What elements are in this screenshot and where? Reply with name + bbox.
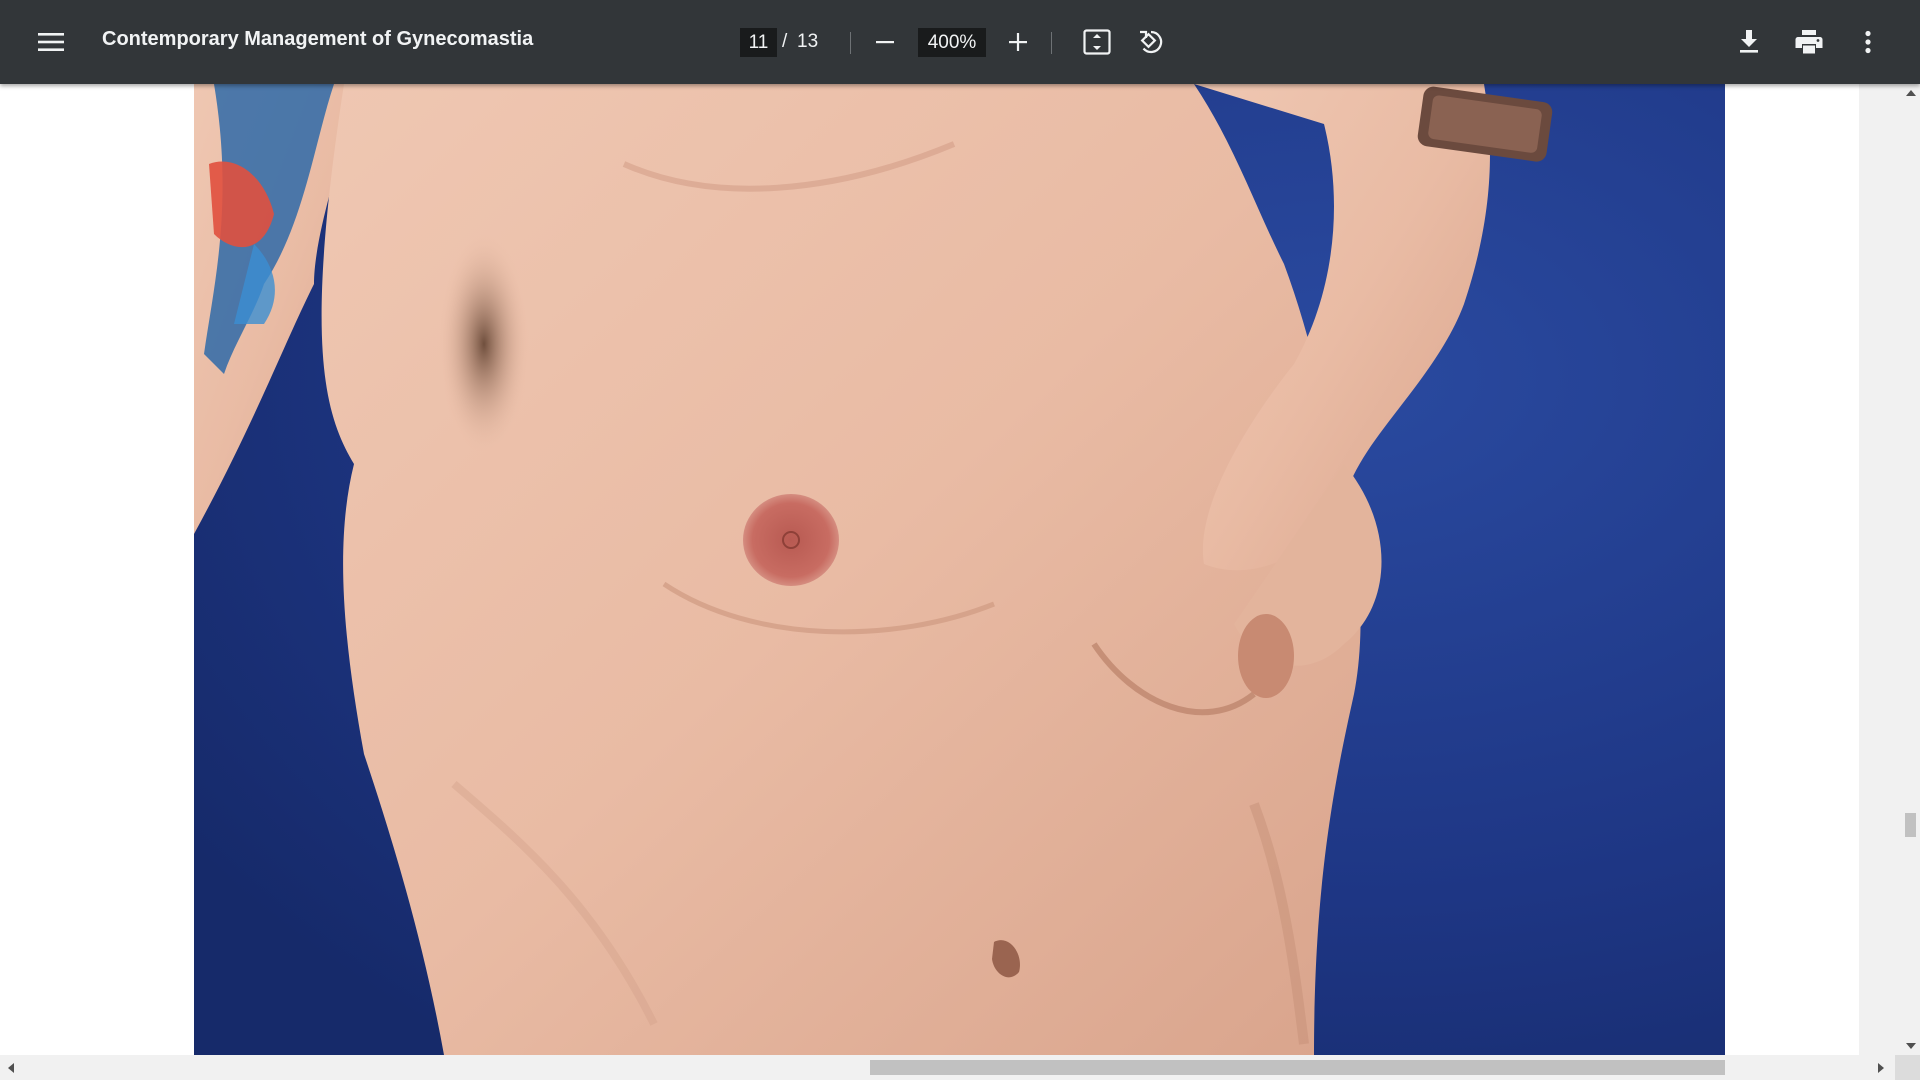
scroll-right-arrow-icon[interactable] <box>1870 1055 1892 1080</box>
page-separator: / <box>782 31 788 52</box>
horizontal-scroll-thumb[interactable] <box>870 1060 1725 1075</box>
pdf-toolbar: Contemporary Management of Gynecomastia … <box>0 0 1920 84</box>
clinical-photo-image <box>194 84 1725 1055</box>
zoom-out-button[interactable] <box>865 22 905 62</box>
print-button[interactable] <box>1789 22 1829 62</box>
plus-icon <box>1009 33 1027 51</box>
rotate-counterclockwise-icon <box>1140 30 1163 54</box>
pdf-page <box>194 84 1725 1055</box>
download-icon <box>1740 30 1758 53</box>
horizontal-scrollbar[interactable] <box>0 1055 1920 1080</box>
hamburger-menu-icon[interactable] <box>31 22 71 62</box>
toolbar-divider <box>850 32 851 54</box>
zoom-level-input[interactable] <box>918 28 986 57</box>
page-gutter <box>1859 84 1901 1055</box>
download-button[interactable] <box>1729 22 1769 62</box>
minus-icon <box>876 41 894 44</box>
scroll-up-arrow-icon[interactable] <box>1901 84 1920 102</box>
vertical-scrollbar[interactable] <box>1901 84 1920 1055</box>
fit-to-page-icon <box>1083 29 1111 55</box>
scrollbar-corner <box>1895 1055 1920 1080</box>
rotate-button[interactable] <box>1131 22 1171 62</box>
more-options-button[interactable] <box>1848 22 1888 62</box>
print-icon <box>1795 30 1823 54</box>
document-title: Contemporary Management of Gynecomastia <box>102 28 534 50</box>
page-total: 13 <box>797 31 819 52</box>
page-number-input[interactable] <box>740 28 777 57</box>
vertical-scroll-thumb[interactable] <box>1905 813 1916 837</box>
pdf-viewer[interactable] <box>0 84 1920 1080</box>
zoom-in-button[interactable] <box>998 22 1038 62</box>
fit-to-page-button[interactable] <box>1077 22 1117 62</box>
scroll-down-arrow-icon[interactable] <box>1901 1037 1920 1055</box>
more-vert-icon <box>1865 30 1871 54</box>
scroll-left-arrow-icon[interactable] <box>0 1055 22 1080</box>
toolbar-divider <box>1051 32 1052 54</box>
